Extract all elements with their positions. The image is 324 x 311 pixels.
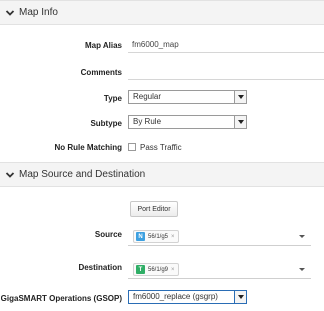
caret-down-icon (234, 291, 246, 303)
source-label: Source (94, 230, 122, 239)
destination-select[interactable]: T 56/1/g9 × (128, 261, 311, 279)
chevron-down-icon (5, 171, 15, 178)
source-destination-section-header[interactable]: Map Source and Destination (0, 162, 324, 187)
chevron-down-icon (5, 9, 15, 16)
pass-traffic-label: Pass Traffic (140, 143, 182, 152)
remove-x-icon[interactable]: × (171, 234, 175, 240)
source-destination-section-title: Map Source and Destination (19, 169, 146, 180)
map-info-section-header[interactable]: Map Info (0, 0, 324, 25)
map-info-section-title: Map Info (19, 7, 58, 18)
remove-x-icon[interactable]: × (171, 267, 175, 273)
comments-input[interactable] (128, 64, 324, 80)
type-label: Type (103, 94, 122, 103)
map-alias-input[interactable]: fm6000_map (128, 37, 324, 53)
tool-port-badge: T (136, 265, 145, 274)
network-port-badge: N (136, 232, 145, 241)
no-rule-matching-label: No Rule Matching (54, 143, 122, 152)
destination-port-text: 56/1/g9 (148, 266, 169, 273)
type-select-value: Regular (133, 92, 162, 101)
subtype-select-value: By Rule (133, 117, 162, 126)
caret-down-icon (299, 268, 305, 271)
comments-label: Comments (80, 68, 122, 77)
subtype-label: Subtype (90, 119, 122, 128)
gsop-select[interactable]: fm6000_replace (gsgrp) (128, 290, 247, 304)
caret-down-icon (299, 235, 305, 238)
port-editor-button[interactable]: Port Editor (130, 201, 178, 217)
destination-label: Destination (78, 263, 122, 272)
source-select[interactable]: N 56/1/g5 × (128, 228, 311, 246)
caret-down-icon (234, 116, 246, 128)
caret-down-icon (234, 91, 246, 103)
source-port-text: 56/1/g5 (148, 233, 169, 240)
destination-port-chip[interactable]: T 56/1/g9 × (133, 263, 179, 276)
gsop-select-value: fm6000_replace (gsgrp) (133, 292, 218, 301)
subtype-select[interactable]: By Rule (128, 115, 247, 129)
map-alias-label: Map Alias (84, 41, 122, 50)
pass-traffic-checkbox[interactable] (128, 143, 136, 151)
source-port-chip[interactable]: N 56/1/g5 × (133, 230, 179, 243)
type-select[interactable]: Regular (128, 90, 247, 104)
gsop-label: GigaSMART Operations (GSOP) (0, 294, 122, 303)
